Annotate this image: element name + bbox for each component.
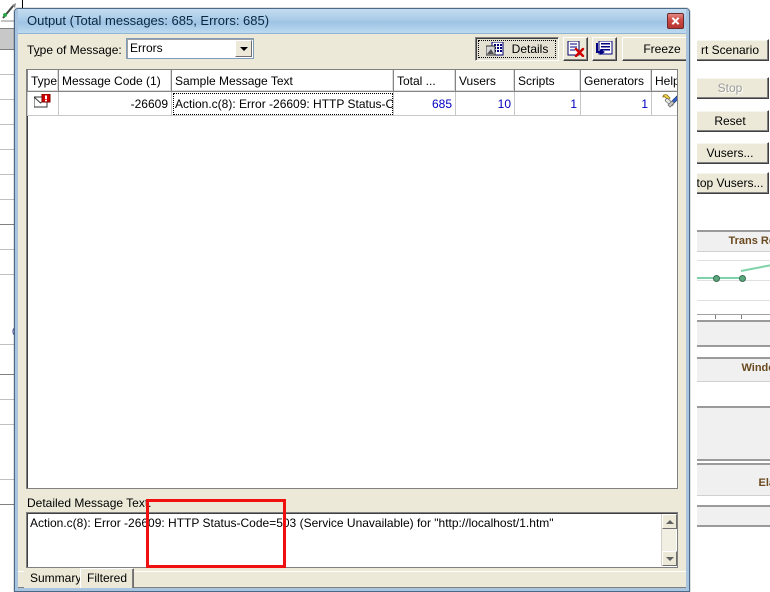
col-total[interactable]: Total ... [393, 70, 456, 92]
row-total: 685 [393, 91, 456, 116]
dialog-body: Type of Message: Errors Details Freeze T… [18, 34, 689, 588]
bg-panel-title-windows: Windo [697, 357, 770, 382]
bg-panel-plot [697, 252, 770, 320]
table-row[interactable]: -26609 Action.c(8): Error -26609: HTTP S… [27, 91, 677, 116]
tab-summary[interactable]: Summary [24, 571, 88, 588]
table-header-row: Type Message Code (1) Sample Message Tex… [27, 70, 677, 92]
bg-panel-title-trans-response: Trans Re [697, 230, 770, 252]
scroll-down-icon[interactable] [662, 551, 677, 566]
detailed-message-text-value: Action.c(8): Error -26609: HTTP Status-C… [30, 516, 554, 530]
bg-button-stop-vusers[interactable]: top Vusers... [697, 172, 769, 194]
row-help-cell[interactable] [651, 91, 677, 116]
toolbar: Type of Message: Errors Details Freeze [18, 34, 689, 67]
messages-table: Type Message Code (1) Sample Message Tex… [27, 70, 677, 116]
freeze-button[interactable]: Freeze [622, 37, 689, 61]
tabstrip: Summary Filtered [18, 568, 686, 588]
error-icon [33, 93, 52, 113]
messages-grid[interactable]: Type Message Code (1) Sample Message Tex… [26, 69, 678, 489]
bg-button-start-scenario[interactable]: rt Scenario [697, 39, 769, 61]
filter-icon [595, 40, 612, 55]
bg-button-stop: Stop [697, 77, 769, 99]
col-type[interactable]: Type [27, 70, 59, 92]
col-generators[interactable]: Generators [580, 70, 652, 92]
row-type-cell [27, 91, 59, 116]
scroll-up-icon[interactable] [662, 514, 677, 529]
dialog-titlebar[interactable]: Output (Total messages: 685, Errors: 685… [15, 9, 689, 34]
type-of-message-select[interactable]: Errors [126, 38, 254, 59]
chevron-down-icon[interactable] [235, 40, 252, 57]
bg-panel-title-elapsed: Ela [697, 463, 770, 496]
row-sample-message-text[interactable]: Action.c(8): Error -26609: HTTP Status-C… [171, 91, 394, 116]
clear-messages-icon [567, 40, 584, 58]
type-of-message-label: Type of Message: [27, 43, 122, 57]
bg-panel-band [697, 505, 770, 527]
wrench-icon[interactable] [661, 94, 677, 113]
bg-button-reset[interactable]: Reset [697, 110, 769, 132]
col-help[interactable]: Help [651, 70, 677, 92]
bg-panel-band [697, 320, 770, 347]
filter-button[interactable] [592, 37, 617, 61]
col-vusers[interactable]: Vusers [455, 70, 515, 92]
bg-button-vusers[interactable]: Vusers... [697, 142, 769, 164]
tab-filtered[interactable]: Filtered [80, 568, 135, 588]
row-generators: 1 [580, 91, 652, 116]
row-message-code: -26609 [58, 91, 172, 116]
clear-messages-button[interactable] [563, 37, 588, 61]
detailed-message-text-box[interactable]: Action.c(8): Error -26609: HTTP Status-C… [26, 512, 678, 568]
col-scripts[interactable]: Scripts [514, 70, 581, 92]
screen: I 1 0( 1 1 ( rt Scenario Stop Reset Vuse… [0, 0, 770, 592]
dialog-title: Output (Total messages: 685, Errors: 685… [27, 13, 270, 28]
focus-ring [478, 40, 556, 58]
type-of-message-value: Errors [130, 41, 163, 55]
close-icon[interactable] [667, 13, 684, 29]
row-vusers: 10 [455, 91, 515, 116]
background-right-panel: rt Scenario Stop Reset Vusers... top Vus… [697, 0, 770, 592]
col-sample-message-text[interactable]: Sample Message Text [171, 70, 394, 92]
detailed-message-text-label: Detailed Message Text: [27, 496, 152, 510]
bg-panel-band [697, 406, 770, 461]
detail-scrollbar[interactable] [661, 514, 677, 566]
output-dialog: Output (Total messages: 685, Errors: 685… [14, 8, 690, 592]
details-button[interactable]: Details [475, 37, 559, 61]
row-scripts: 1 [514, 91, 581, 116]
col-message-code[interactable]: Message Code (1) [58, 70, 172, 92]
